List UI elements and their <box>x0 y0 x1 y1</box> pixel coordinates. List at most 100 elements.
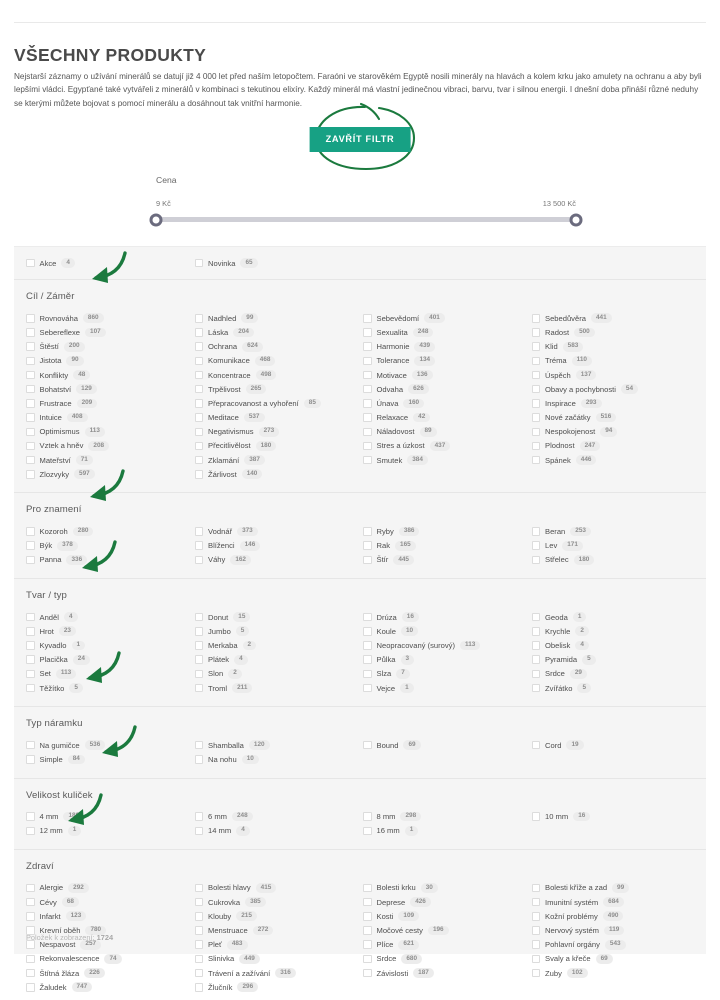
checkbox-icon[interactable] <box>26 356 35 366</box>
checkbox-icon[interactable] <box>26 826 35 836</box>
checkbox-icon[interactable] <box>194 555 203 565</box>
checkbox-icon[interactable] <box>26 541 35 550</box>
filter-checkbox-item[interactable]: Tolerance 134 <box>363 354 532 368</box>
filter-checkbox-item[interactable]: Těžítko 5 <box>26 681 195 695</box>
filter-checkbox-item[interactable]: Akce 4 <box>26 256 195 270</box>
checkbox-icon[interactable] <box>363 356 372 366</box>
checkbox-icon[interactable] <box>531 655 540 664</box>
filter-checkbox-item[interactable]: Spánek 446 <box>531 453 701 467</box>
checkbox-icon[interactable] <box>531 455 540 465</box>
filter-checkbox-item[interactable]: Inspirace 293 <box>531 396 701 410</box>
filter-checkbox-item[interactable]: Štěstí 200 <box>26 340 195 354</box>
checkbox-icon[interactable] <box>26 527 35 536</box>
filter-checkbox-item[interactable]: Ochrana 624 <box>194 340 364 354</box>
filter-checkbox-item[interactable]: Odvaha 626 <box>363 382 532 396</box>
checkbox-icon[interactable] <box>26 740 35 750</box>
checkbox-icon[interactable] <box>363 912 372 921</box>
filter-checkbox-item[interactable]: Býk 378 <box>26 539 195 553</box>
filter-checkbox-item[interactable]: 14 mm 4 <box>194 824 364 838</box>
checkbox-icon[interactable] <box>194 740 203 750</box>
checkbox-icon[interactable] <box>26 683 35 693</box>
filter-checkbox-item[interactable]: Střelec 180 <box>531 553 701 567</box>
checkbox-icon[interactable] <box>363 384 372 394</box>
filter-checkbox-item[interactable]: Tréma 110 <box>531 354 701 368</box>
checkbox-icon[interactable] <box>363 627 372 636</box>
price-slider-handle-max[interactable] <box>569 213 583 226</box>
filter-checkbox-item[interactable]: Trávení a zažívání 316 <box>194 966 364 980</box>
filter-checkbox-item[interactable]: Vztek a hněv 208 <box>26 439 195 453</box>
filter-checkbox-item[interactable]: Bolesti hlavy 415 <box>194 881 364 895</box>
price-slider-track[interactable] <box>149 213 583 226</box>
checkbox-icon[interactable] <box>26 328 35 337</box>
checkbox-icon[interactable] <box>531 954 540 964</box>
filter-checkbox-item[interactable]: Žárlivost 140 <box>194 467 364 481</box>
checkbox-icon[interactable] <box>194 328 203 337</box>
filter-checkbox-item[interactable]: Sexualita 248 <box>363 325 532 339</box>
checkbox-icon[interactable] <box>194 883 203 893</box>
filter-checkbox-item[interactable]: Na gumičce 536 <box>26 738 195 752</box>
checkbox-icon[interactable] <box>363 541 372 550</box>
checkbox-icon[interactable] <box>531 627 540 636</box>
checkbox-icon[interactable] <box>26 897 35 907</box>
filter-checkbox-item[interactable]: Komunikace 468 <box>194 354 364 368</box>
checkbox-icon[interactable] <box>531 356 540 366</box>
filter-checkbox-item[interactable]: Nadhled 99 <box>194 311 364 325</box>
checkbox-icon[interactable] <box>531 413 540 422</box>
checkbox-icon[interactable] <box>363 441 372 451</box>
filter-checkbox-item[interactable]: Bolesti krku 30 <box>363 881 532 895</box>
checkbox-icon[interactable] <box>194 455 203 465</box>
filter-checkbox-item[interactable]: Shamballa 120 <box>194 738 364 752</box>
price-slider-handle-min[interactable] <box>149 213 163 226</box>
checkbox-icon[interactable] <box>363 555 372 565</box>
checkbox-icon[interactable] <box>26 812 35 821</box>
filter-checkbox-item[interactable]: Kosti 109 <box>363 909 532 923</box>
filter-checkbox-item[interactable]: Meditace 537 <box>194 411 364 425</box>
filter-checkbox-item[interactable]: Kožní problémy 490 <box>531 909 701 923</box>
filter-checkbox-item[interactable]: Mateřství 71 <box>26 453 195 467</box>
filter-checkbox-item[interactable]: Trpělivost 265 <box>194 382 364 396</box>
filter-checkbox-item[interactable]: Vejce 1 <box>363 681 532 695</box>
checkbox-icon[interactable] <box>363 427 372 437</box>
checkbox-icon[interactable] <box>26 384 35 394</box>
filter-checkbox-item[interactable]: Štír 445 <box>363 553 532 567</box>
checkbox-icon[interactable] <box>194 655 203 664</box>
filter-checkbox-item[interactable]: Půlka 3 <box>363 653 532 667</box>
filter-checkbox-item[interactable]: Set 113 <box>26 667 195 681</box>
filter-checkbox-item[interactable]: Plodnost 247 <box>531 439 701 453</box>
filter-checkbox-item[interactable]: Koule 10 <box>363 624 532 638</box>
filter-checkbox-item[interactable]: Přecitlivělost 180 <box>194 439 364 453</box>
filter-checkbox-item[interactable]: 10 mm 16 <box>531 810 701 824</box>
filter-checkbox-item[interactable]: Žaludek 747 <box>26 980 195 994</box>
checkbox-icon[interactable] <box>26 399 35 408</box>
checkbox-icon[interactable] <box>194 669 203 679</box>
filter-checkbox-item[interactable]: Lev 171 <box>531 539 701 553</box>
checkbox-icon[interactable] <box>363 883 372 893</box>
checkbox-icon[interactable] <box>531 314 540 323</box>
checkbox-icon[interactable] <box>363 812 372 821</box>
filter-checkbox-item[interactable]: Anděl 4 <box>26 610 195 624</box>
filter-checkbox-item[interactable]: Troml 211 <box>194 681 364 695</box>
filter-checkbox-item[interactable]: Deprese 426 <box>363 895 532 909</box>
checkbox-icon[interactable] <box>194 413 203 422</box>
checkbox-icon[interactable] <box>26 413 35 422</box>
checkbox-icon[interactable] <box>363 413 372 422</box>
filter-checkbox-item[interactable]: Klid 583 <box>531 340 701 354</box>
checkbox-icon[interactable] <box>26 370 35 380</box>
checkbox-icon[interactable] <box>26 755 35 764</box>
filter-checkbox-item[interactable]: Alergie 292 <box>26 881 195 895</box>
checkbox-icon[interactable] <box>363 370 372 380</box>
checkbox-icon[interactable] <box>26 612 35 622</box>
checkbox-icon[interactable] <box>26 555 35 565</box>
checkbox-icon[interactable] <box>363 683 372 693</box>
checkbox-icon[interactable] <box>194 427 203 437</box>
filter-checkbox-item[interactable]: Radost 500 <box>531 325 701 339</box>
filter-checkbox-item[interactable]: Neopracovaný (surový) 113 <box>363 638 532 652</box>
checkbox-icon[interactable] <box>531 384 540 394</box>
checkbox-icon[interactable] <box>26 669 35 679</box>
filter-checkbox-item[interactable]: Na nohu 10 <box>194 752 364 766</box>
filter-checkbox-item[interactable]: Sebevědomí 401 <box>363 311 532 325</box>
filter-checkbox-item[interactable]: Cévy 68 <box>26 895 195 909</box>
checkbox-icon[interactable] <box>363 328 372 337</box>
filter-checkbox-item[interactable]: Váhy 162 <box>194 553 364 567</box>
filter-checkbox-item[interactable]: Nespokojenost 94 <box>531 425 701 439</box>
